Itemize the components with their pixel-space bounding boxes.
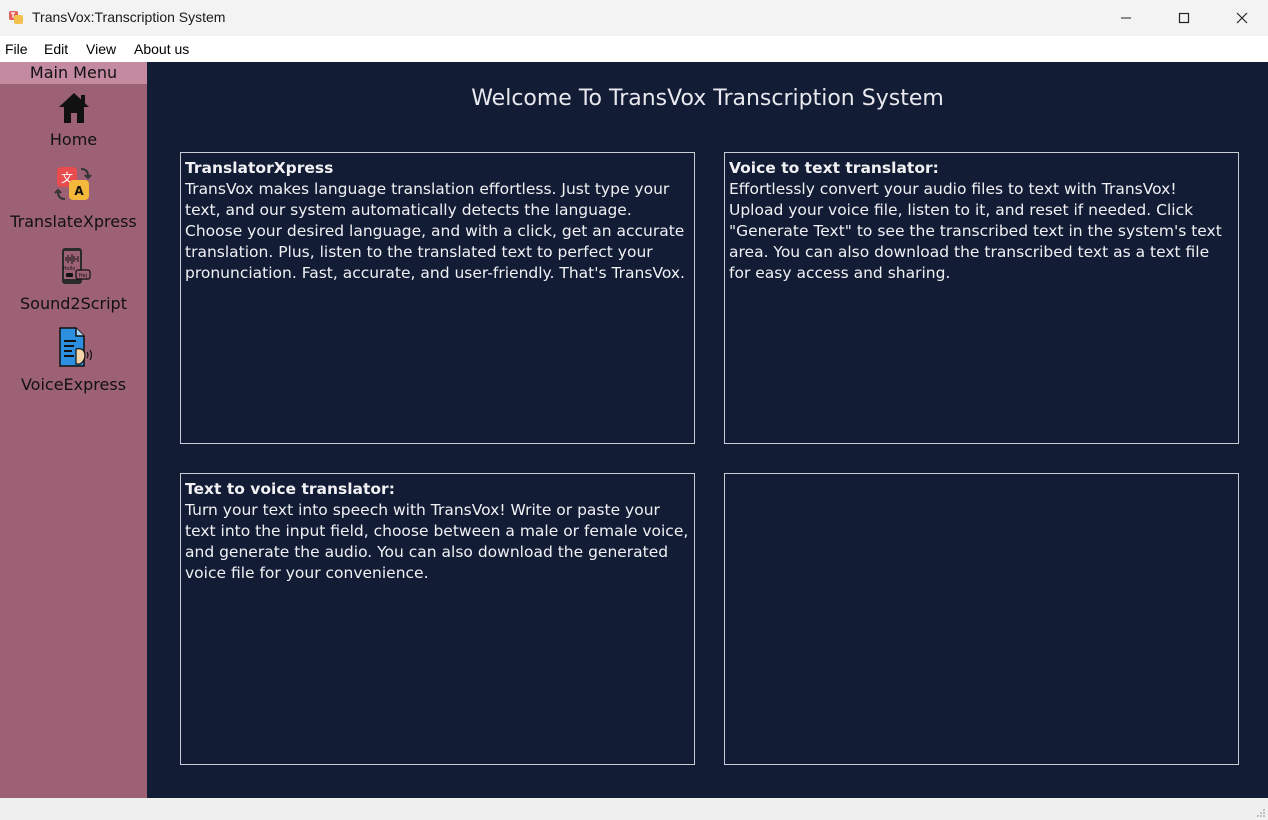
sidebar-item-label: TranslateXpress [10, 212, 137, 231]
maximize-icon [1178, 12, 1190, 24]
sidebar: Main Menu Home 文 A TranslateXpress Hello [0, 62, 147, 798]
main-content: Welcome To TransVox Transcription System… [147, 62, 1268, 798]
menu-bar: File Edit View About us [0, 36, 1268, 62]
card-body: Effortlessly convert your audio files to… [729, 180, 1222, 282]
home-icon [58, 93, 89, 123]
card-body: Turn your text into speech with TransVox… [185, 501, 689, 582]
card-title: TranslatorXpress [185, 159, 334, 177]
status-bar [0, 798, 1268, 820]
window-title: TransVox:Transcription System [32, 9, 226, 25]
card-title: Text to voice translator: [185, 480, 395, 498]
sidebar-item-sound2script[interactable]: Hello Hej Sound2Script [0, 246, 147, 316]
app-icon [9, 11, 23, 24]
close-icon [1236, 12, 1248, 24]
menu-file[interactable]: File [5, 41, 28, 57]
menu-view[interactable]: View [86, 41, 116, 57]
welcome-heading: Welcome To TransVox Transcription System [471, 86, 944, 111]
maximize-button[interactable] [1155, 0, 1213, 36]
card-voice-to-text: Voice to text translator: Effortlessly c… [724, 152, 1239, 444]
card-text-to-voice: Text to voice translator: Turn your text… [180, 473, 695, 765]
svg-text:A: A [74, 184, 84, 198]
minimize-button[interactable] [1097, 0, 1155, 36]
translate-icon: 文 A [53, 167, 92, 200]
sidebar-item-label: Sound2Script [20, 294, 127, 313]
sidebar-header: Main Menu [0, 62, 147, 84]
resize-grip-icon[interactable] [1256, 808, 1266, 818]
close-button[interactable] [1213, 0, 1268, 36]
menu-edit[interactable]: Edit [44, 41, 68, 57]
sidebar-item-label: VoiceExpress [20, 375, 127, 394]
sidebar-item-translatexpress[interactable]: 文 A TranslateXpress [0, 164, 147, 234]
svg-text:Hello: Hello [62, 266, 75, 272]
phone-audio-icon: Hello Hej [61, 248, 91, 284]
card-title: Voice to text translator: [729, 159, 939, 177]
minimize-icon [1121, 17, 1131, 19]
sidebar-item-home[interactable]: Home [0, 90, 147, 152]
menu-about-us[interactable]: About us [134, 41, 189, 57]
sidebar-item-voiceexpress[interactable]: VoiceExpress [0, 327, 147, 397]
title-bar: TransVox:Transcription System [0, 0, 1268, 36]
card-body: TransVox makes language translation effo… [185, 180, 685, 282]
document-voice-icon [58, 327, 92, 367]
card-empty [724, 473, 1239, 765]
svg-text:Hej: Hej [78, 273, 86, 279]
sidebar-item-label: Home [49, 130, 98, 149]
card-translatorxpress: TranslatorXpress TransVox makes language… [180, 152, 695, 444]
